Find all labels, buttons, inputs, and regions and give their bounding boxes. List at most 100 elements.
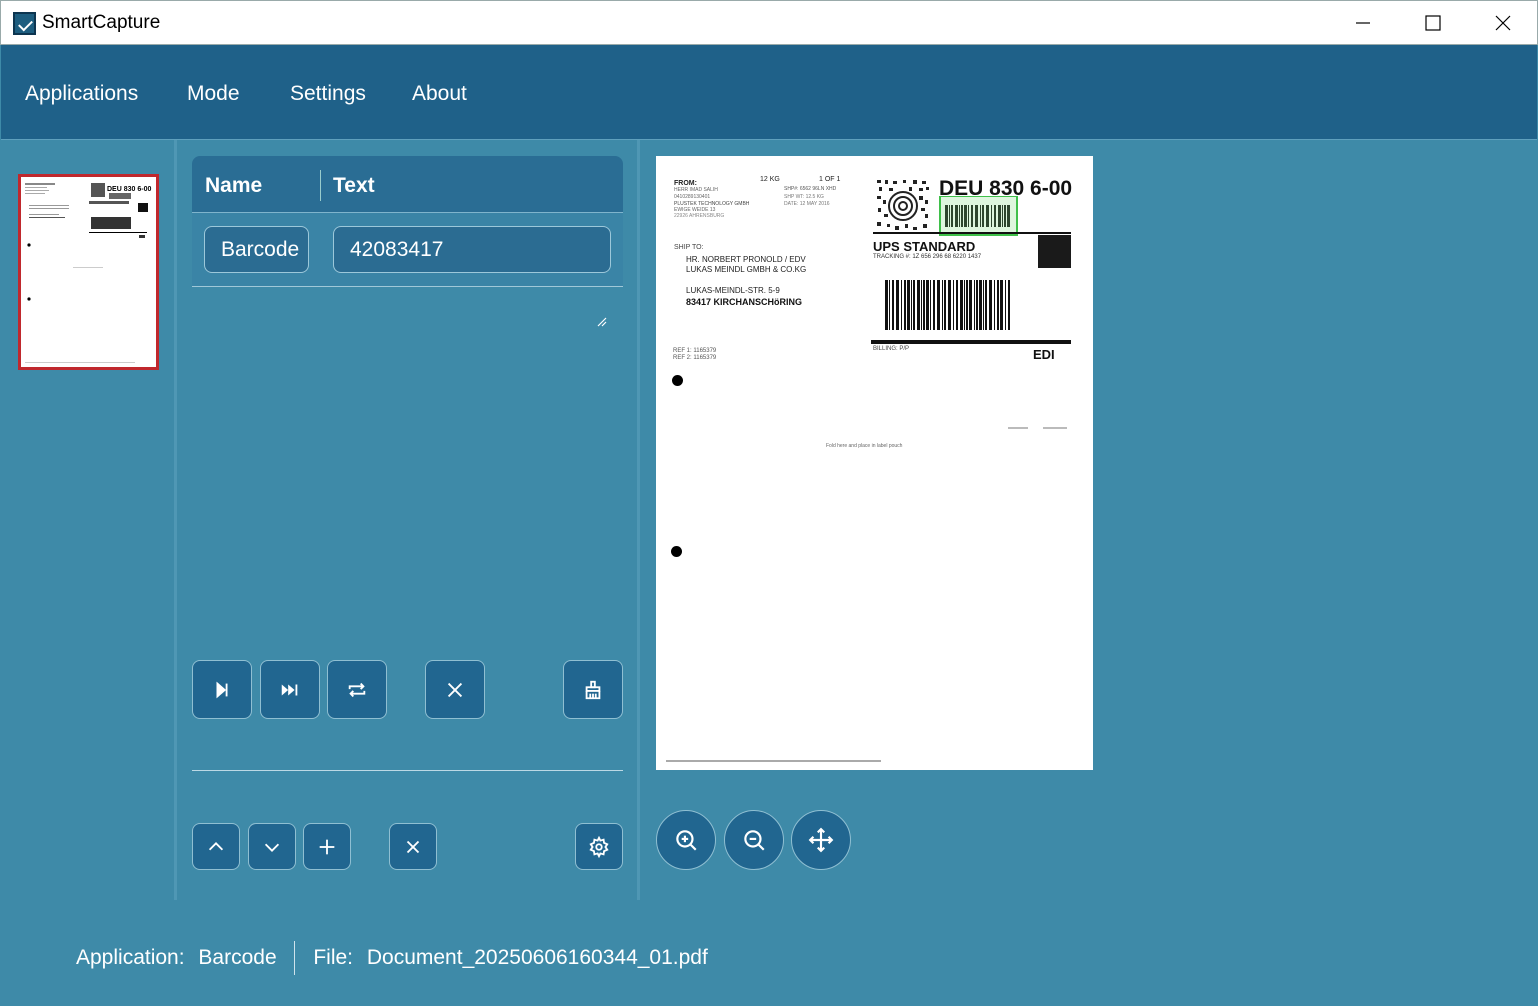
barcode-bar [966,280,968,330]
broom-icon [585,680,601,699]
menu-settings[interactable]: Settings [290,82,366,106]
field-name-input[interactable]: Barcode [204,226,309,273]
app-logo-icon [13,12,36,35]
doc-package-count: 1 OF 1 [819,176,841,183]
barcode-image [939,196,1019,236]
field-settings-button[interactable] [575,823,623,870]
barcode-bar [942,280,943,330]
doc-tracking: TRACKING #: 1Z 656 296 68 6220 1437 [873,254,982,260]
svg-text:DEU 830 6-00: DEU 830 6-00 [107,186,151,193]
menu-mode[interactable]: Mode [187,82,240,106]
field-text-input[interactable]: 42083417 [333,226,611,273]
doc-weight: 12 KG [760,176,780,183]
barcode-bar [960,280,963,330]
column-header-name[interactable]: Name [205,174,262,198]
doc-city: 83417 KIRCHANSCHöRING [686,297,803,307]
plus-icon [319,839,335,854]
doc-faint-mark [1008,427,1028,429]
repeat-button[interactable] [327,660,387,719]
zoom-out-button[interactable] [724,810,784,870]
doc-sender-line: HERR IMAD SALIH [674,187,718,193]
middle-splitter[interactable] [637,140,640,900]
doc-sender-line: 22926 AHRENSBURG [674,213,725,219]
doc-ship-to-label: SHIP TO: [674,244,704,251]
menu-applications[interactable]: Applications [25,82,138,106]
barcode-bar [913,280,915,330]
barcode-detection-box[interactable] [939,196,1018,236]
doc-edi: EDI [1033,347,1055,362]
grid-header: Name Text [192,156,623,213]
barcode-bar [907,280,910,330]
move-up-button[interactable] [192,823,240,870]
column-separator[interactable] [320,170,321,201]
status-bar: Application: Barcode File: Document_2025… [76,941,708,975]
barcode-bar [921,280,922,330]
doc-recipient-line: LUKAS MEINDL GMBH & CO.KG [686,265,807,274]
document-preview[interactable]: FROM: 12 KG 1 OF 1 HERR IMAD SALIH 04102… [656,156,1093,770]
add-field-button[interactable] [303,823,351,870]
minimize-icon [1356,22,1370,24]
barcode-bar [979,280,982,330]
cancel-button[interactable] [425,660,485,719]
maximize-icon [1425,15,1441,31]
step-forward-icon [216,681,228,698]
barcode-bar [896,280,899,330]
close-window-button[interactable] [1468,1,1538,45]
barcode-bar [923,280,925,330]
clear-button[interactable] [563,660,623,719]
doc-ship-info: SHP#: 6562 96LN XHD [784,186,837,192]
doc-billing: BILLING: P/P [873,346,910,352]
doc-sender-line: 0410289130401 [674,194,711,200]
barcode-bar [969,280,972,330]
barcode-bar [937,280,940,330]
maximize-button[interactable] [1398,1,1468,45]
close-icon [447,682,463,697]
maxicode-image [875,178,931,234]
barcode-bar [974,280,975,330]
delete-field-button[interactable] [389,823,437,870]
table-row[interactable]: Barcode 42083417 [192,213,623,327]
barcode-bar [944,280,946,330]
status-file-label: File: [313,945,354,969]
resize-grip-icon[interactable] [597,317,607,327]
move-down-button[interactable] [248,823,296,870]
next-step-button[interactable] [192,660,252,719]
doc-service: UPS STANDARD [873,239,976,254]
barcode-bar [892,280,894,330]
barcode-bar [964,280,965,330]
barcode-bar [1000,280,1003,330]
column-header-text[interactable]: Text [333,174,375,198]
chevron-up-icon [208,841,224,850]
close-icon [406,840,420,853]
minimize-button[interactable] [1328,1,1398,45]
doc-ref: REF 1: 1165379 [673,348,717,354]
skip-forward-icon [281,684,298,695]
left-splitter[interactable] [174,140,177,900]
doc-ship-info: DATE: 12 MAY 2016 [784,201,830,207]
doc-black-box [1038,235,1071,268]
menu-about[interactable]: About [412,82,467,106]
doc-rule [873,232,1071,234]
barcode-bar [976,280,978,330]
status-application-value: Barcode [198,945,277,969]
pan-button[interactable] [791,810,851,870]
gear-icon [589,835,609,858]
doc-from-label: FROM: [674,180,697,187]
chevron-down-icon [264,843,280,852]
barcode-bar [983,280,984,330]
fast-forward-button[interactable] [260,660,320,719]
barcode-bar [997,280,999,330]
doc-ref: REF 2: 1165379 [673,355,717,361]
zoom-in-button[interactable] [656,810,716,870]
barcode-bar [917,280,920,330]
status-file-value: Document_20250606160344_01.pdf [366,945,708,969]
doc-bottom-line [666,760,881,762]
barcode-bar [953,280,954,330]
move-icon [808,827,834,853]
barcode-bar [1008,280,1010,330]
barcode-bar [930,280,931,330]
barcode-bar [989,280,992,330]
menu-bar: Applications Mode Settings About [1,45,1537,140]
page-thumbnail[interactable]: DEU 830 6-00 [18,174,159,370]
repeat-icon [348,682,366,697]
